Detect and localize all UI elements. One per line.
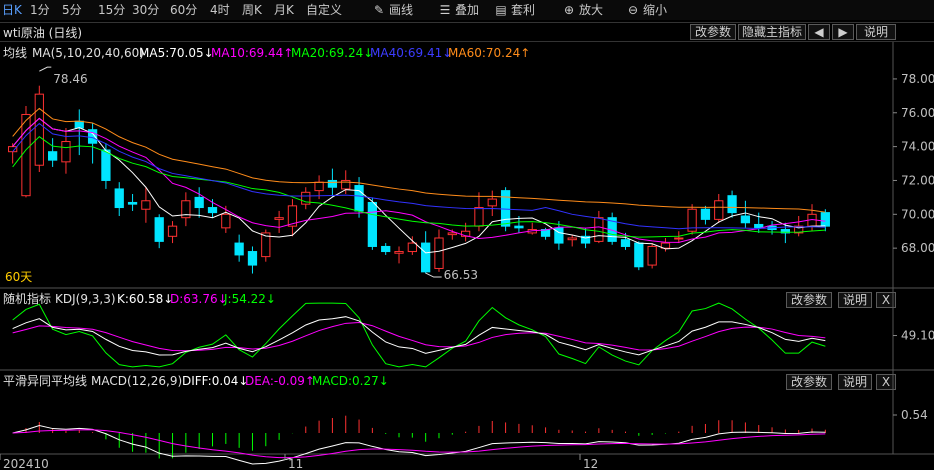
x-tick-label: 12 bbox=[583, 457, 598, 470]
candle-body bbox=[620, 239, 631, 247]
y-tick-label: 78.00 bbox=[901, 72, 934, 86]
x-tick-label: 11 bbox=[288, 457, 303, 470]
candle-body bbox=[474, 207, 484, 227]
candle-body bbox=[74, 120, 84, 129]
candle-body bbox=[421, 242, 431, 273]
candle-body bbox=[754, 223, 764, 229]
y-tick-label: 76.00 bbox=[901, 106, 934, 120]
candle-body bbox=[274, 217, 284, 220]
candle-body bbox=[167, 225, 178, 237]
ma10-line bbox=[12, 117, 826, 243]
kdj-d-line bbox=[12, 322, 826, 352]
candle-body bbox=[700, 208, 711, 220]
candle-body bbox=[154, 217, 164, 242]
candle-body bbox=[647, 245, 657, 266]
low-label: 66.53 bbox=[444, 268, 478, 282]
macd-y-tick: 0.54 bbox=[901, 408, 928, 422]
y-tick-label: 68.00 bbox=[901, 241, 934, 255]
candle-body bbox=[221, 213, 231, 229]
low-pointer bbox=[425, 272, 442, 278]
candle-body bbox=[34, 93, 44, 166]
candle-body bbox=[47, 151, 58, 161]
kdj-k-line bbox=[12, 316, 826, 356]
candle-body bbox=[127, 201, 138, 205]
candle-body bbox=[447, 232, 457, 236]
macd-dea-line bbox=[12, 429, 826, 459]
candle-body bbox=[194, 196, 204, 209]
candle-body bbox=[367, 201, 378, 247]
candle-body bbox=[247, 251, 258, 266]
candle-body bbox=[740, 215, 751, 224]
candle-body bbox=[820, 212, 830, 227]
macd-diff-line bbox=[12, 424, 826, 465]
high-pointer bbox=[39, 66, 52, 72]
candle-body bbox=[514, 225, 524, 229]
candle-body bbox=[634, 242, 644, 268]
candle-body bbox=[434, 237, 444, 269]
ma20-line bbox=[12, 136, 826, 238]
candle-body bbox=[114, 188, 124, 209]
candle-body bbox=[327, 179, 338, 188]
price-chart[interactable]: 78.00 76.00 74.00 72.00 70.00 68.00 78.46 66.53… bbox=[0, 0, 934, 470]
candle-body bbox=[354, 185, 364, 212]
y-tick-label: 72.00 bbox=[901, 173, 934, 187]
candle-body bbox=[567, 237, 577, 241]
candle-body bbox=[487, 198, 497, 207]
candle-body bbox=[500, 190, 511, 227]
y-tick-label: 74.00 bbox=[901, 140, 934, 154]
candle-body bbox=[101, 149, 111, 181]
candle-body bbox=[727, 195, 737, 214]
candle-body bbox=[207, 207, 218, 214]
ma60-line bbox=[12, 107, 826, 213]
candle-body bbox=[314, 181, 324, 192]
candle-body bbox=[21, 113, 31, 197]
candle-body bbox=[714, 200, 724, 220]
high-label: 78.46 bbox=[53, 72, 87, 86]
x-tick-label: 202410 bbox=[3, 457, 49, 470]
candle-body bbox=[674, 237, 684, 240]
kdj-j-line bbox=[12, 302, 826, 368]
candle-body bbox=[141, 200, 151, 210]
candle-body bbox=[394, 251, 404, 254]
candle-body bbox=[61, 141, 71, 163]
candle-body bbox=[381, 245, 391, 253]
kdj-y-tick: 49.10 bbox=[901, 329, 934, 343]
y-tick-label: 70.00 bbox=[901, 207, 934, 221]
candle-body bbox=[234, 242, 244, 256]
candle-body bbox=[594, 217, 604, 242]
candle-body bbox=[407, 242, 417, 253]
